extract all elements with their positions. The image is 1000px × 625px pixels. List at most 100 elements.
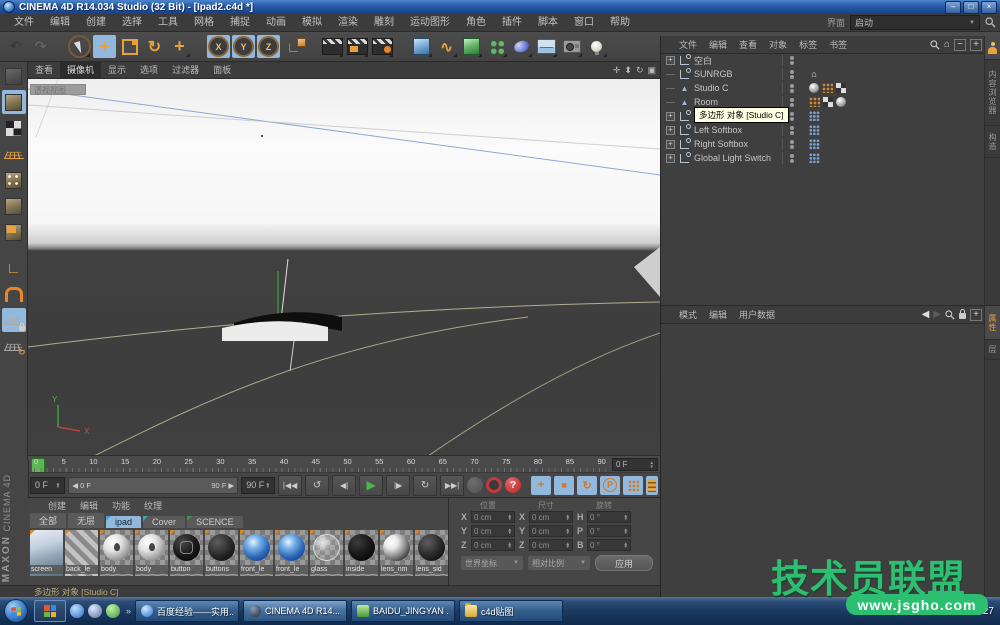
- range-end-handle[interactable]: 90 F ▶: [211, 481, 234, 490]
- quick-launch-browser-icon[interactable]: [70, 604, 84, 618]
- search-icon[interactable]: [945, 310, 955, 320]
- lock-x-axis[interactable]: X: [207, 35, 230, 58]
- material-menu-1[interactable]: 编辑: [74, 499, 104, 512]
- menu-item-2[interactable]: 创建: [78, 14, 114, 32]
- visibility-dots[interactable]: [782, 82, 801, 94]
- workplane-mode-button[interactable]: [2, 142, 26, 166]
- lock-icon[interactable]: [959, 313, 966, 319]
- undo-button[interactable]: ↶: [4, 35, 27, 58]
- previous-frame-button[interactable]: ◀|: [332, 475, 356, 496]
- add-metaball-button[interactable]: [510, 35, 533, 58]
- spinner-icon[interactable]: ▲▼: [266, 482, 270, 489]
- object-row[interactable]: +空白: [661, 53, 985, 67]
- visibility-dots[interactable]: [782, 54, 801, 66]
- material-tab-SCENCE[interactable]: SCENCE: [187, 516, 243, 528]
- viewport-zoom-icon[interactable]: ⬍: [624, 65, 632, 76]
- material-tile[interactable]: button: [170, 530, 203, 576]
- layout-dropdown[interactable]: 启动 ▼: [850, 15, 980, 30]
- quick-launch-app-icon[interactable]: [88, 604, 102, 618]
- spinner-icon[interactable]: ▲▼: [624, 514, 628, 521]
- add-cube-button[interactable]: [410, 35, 433, 58]
- material-tab-无层[interactable]: 无层: [68, 513, 104, 528]
- spinner-icon[interactable]: ▲▼: [508, 514, 512, 521]
- viewport-menu-5[interactable]: 面板: [206, 62, 238, 78]
- material-tab-Cover[interactable]: Cover: [143, 516, 185, 528]
- add-environment-button[interactable]: [535, 35, 558, 58]
- menu-item-15[interactable]: 窗口: [566, 14, 602, 32]
- history-back-icon[interactable]: ◀: [922, 309, 930, 320]
- maximize-button[interactable]: □: [963, 1, 979, 14]
- quick-launch-messenger-icon[interactable]: [106, 604, 120, 618]
- texture-mode-button[interactable]: [2, 116, 26, 140]
- coord-field[interactable]: 0 cm▲▼: [529, 539, 573, 551]
- snap-button[interactable]: [2, 282, 26, 306]
- move-tool[interactable]: +: [93, 35, 116, 58]
- lock-z-axis[interactable]: Z: [257, 35, 280, 58]
- range-start-handle[interactable]: ◀ 0 F: [72, 481, 91, 490]
- menu-item-8[interactable]: 模拟: [294, 14, 330, 32]
- spinner-icon[interactable]: ▲▼: [566, 528, 570, 535]
- autokey-question-button[interactable]: ?: [505, 477, 521, 493]
- dots-blue-tag[interactable]: [809, 139, 820, 149]
- object-row[interactable]: SUNRGB⌂: [661, 67, 985, 81]
- end-frame-field[interactable]: 90 F ▲▼: [241, 477, 275, 494]
- menu-item-7[interactable]: 动画: [258, 14, 294, 32]
- expand-icon[interactable]: +: [666, 126, 675, 135]
- material-tile[interactable]: inside: [345, 530, 378, 576]
- viewport-toggle-icon[interactable]: ▣: [647, 65, 656, 76]
- viewport-menu-2[interactable]: 显示: [101, 62, 133, 78]
- spinner-icon[interactable]: ▲▼: [650, 461, 654, 468]
- om-menu-3[interactable]: 对象: [763, 38, 793, 51]
- om-menu-5[interactable]: 书签: [823, 38, 853, 51]
- viewport-menu-0[interactable]: 查看: [28, 62, 60, 78]
- om-menu-2[interactable]: 查看: [733, 38, 763, 51]
- material-tab-ipad[interactable]: ipad: [106, 516, 141, 528]
- goto-start-button[interactable]: |◀◀: [278, 475, 302, 496]
- record-disabled-button[interactable]: [467, 477, 483, 493]
- viewport-canvas[interactable]: Y X 透视视图: [28, 79, 660, 456]
- dots-blue-tag[interactable]: [809, 125, 820, 135]
- object-row[interactable]: +Left Softbox: [661, 123, 985, 137]
- menu-item-13[interactable]: 插件: [494, 14, 530, 32]
- taskbar-task[interactable]: c4d贴图: [459, 600, 563, 622]
- spinner-icon[interactable]: ▲▼: [508, 528, 512, 535]
- material-tile[interactable]: lens_nm: [380, 530, 413, 576]
- coord-field[interactable]: 0 °▲▼: [587, 511, 631, 523]
- polygons-mode-button[interactable]: [2, 220, 26, 244]
- new-panel-icon[interactable]: +: [970, 309, 982, 321]
- material-tab-全部[interactable]: 全部: [30, 513, 66, 528]
- next-frame-button[interactable]: |▶: [386, 475, 410, 496]
- key-pla-toggle[interactable]: [623, 476, 643, 495]
- coordinate-system-dropdown[interactable]: 世界坐标 ▼: [461, 556, 523, 570]
- material-tag[interactable]: [809, 83, 819, 93]
- keyframe-record-button[interactable]: [486, 477, 502, 493]
- menu-item-11[interactable]: 运动图形: [402, 14, 458, 32]
- coordinate-system-toggle[interactable]: ∟: [282, 35, 305, 58]
- render-view-button[interactable]: [321, 35, 344, 58]
- render-picture-viewer-button[interactable]: [346, 35, 369, 58]
- material-tile[interactable]: body: [100, 530, 133, 576]
- tab-objects[interactable]: [985, 36, 1000, 60]
- material-tile[interactable]: lens_sid: [415, 530, 448, 576]
- play-loop-button[interactable]: ↺: [305, 475, 329, 496]
- tab-attributes[interactable]: 属性: [985, 306, 1000, 340]
- object-row[interactable]: ▲Studio C: [661, 81, 985, 95]
- key-parameter-toggle[interactable]: P: [600, 476, 620, 495]
- om-menu-0[interactable]: 文件: [673, 38, 703, 51]
- attr-menu-1[interactable]: 编辑: [703, 308, 733, 321]
- keyframe-selection-button[interactable]: [646, 476, 658, 495]
- menu-item-6[interactable]: 捕捉: [222, 14, 258, 32]
- apply-button[interactable]: 应用: [595, 555, 653, 571]
- timeline-frame-field[interactable]: 0 F ▲▼: [612, 458, 658, 471]
- spinner-icon[interactable]: ▲▼: [508, 542, 512, 549]
- material-tile[interactable]: body: [135, 530, 168, 576]
- spinner-icon[interactable]: ▲▼: [566, 542, 570, 549]
- material-tile[interactable]: front_le: [275, 530, 308, 576]
- workplane-rotate-button[interactable]: ↻: [2, 334, 26, 358]
- history-forward-icon[interactable]: ▶: [933, 309, 941, 320]
- menu-item-9[interactable]: 渲染: [330, 14, 366, 32]
- coord-field[interactable]: 0 cm▲▼: [471, 525, 515, 537]
- checker-tag[interactable]: [823, 97, 828, 102]
- search-icon[interactable]: [930, 40, 940, 50]
- spinner-icon[interactable]: ▲▼: [624, 542, 628, 549]
